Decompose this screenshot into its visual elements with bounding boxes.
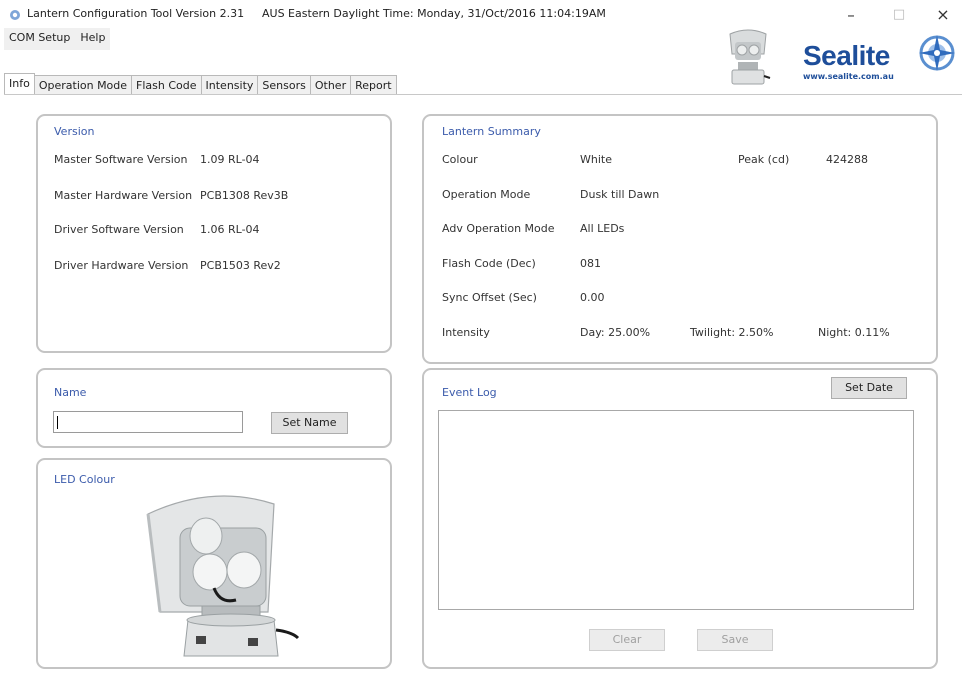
master-software-label: Master Software Version xyxy=(54,153,188,166)
sync-offset-label: Sync Offset (Sec) xyxy=(442,291,537,304)
menu-bar: COM Setup Help xyxy=(4,28,111,50)
driver-software-value: 1.06 RL-04 xyxy=(200,223,260,236)
led-colour-title: LED Colour xyxy=(54,473,115,486)
adv-operation-mode-value: All LEDs xyxy=(580,222,625,235)
tab-flash-code[interactable]: Flash Code xyxy=(131,75,202,95)
text-caret xyxy=(57,416,58,429)
sealite-logo-url: www.sealite.com.au xyxy=(803,72,894,81)
tab-report[interactable]: Report xyxy=(350,75,397,95)
tab-divider xyxy=(4,94,962,95)
adv-operation-mode-label: Adv Operation Mode xyxy=(442,222,555,235)
sealite-logo-text: Sealite xyxy=(803,40,890,71)
name-panel xyxy=(36,368,392,448)
version-panel-title: Version xyxy=(54,125,95,138)
menu-com-setup[interactable]: COM Setup xyxy=(4,28,75,50)
event-log-list[interactable] xyxy=(438,410,914,610)
lantern-thumbnail-image xyxy=(729,29,771,85)
name-panel-title: Name xyxy=(54,386,87,399)
flash-code-label: Flash Code (Dec) xyxy=(442,257,536,270)
driver-hardware-label: Driver Hardware Version xyxy=(54,259,189,272)
master-hardware-value: PCB1308 Rev3B xyxy=(200,189,289,202)
lantern-summary-title: Lantern Summary xyxy=(442,125,541,138)
clear-button[interactable]: Clear xyxy=(589,629,665,651)
event-log-title: Event Log xyxy=(442,386,497,399)
set-date-button[interactable]: Set Date xyxy=(831,377,907,399)
tab-other[interactable]: Other xyxy=(309,75,352,95)
tab-intensity[interactable]: Intensity xyxy=(200,75,259,95)
brand-header: Sealite www.sealite.com.au xyxy=(700,26,962,94)
intensity-day-value: Day: 25.00% xyxy=(580,326,651,339)
driver-software-label: Driver Software Version xyxy=(54,223,184,236)
tab-strip: Info Operation Mode Flash Code Intensity… xyxy=(4,73,397,95)
lantern-image xyxy=(146,495,300,657)
close-button[interactable]: × xyxy=(928,4,958,26)
minimize-button[interactable]: – xyxy=(836,4,866,26)
flash-code-value: 081 xyxy=(580,257,601,270)
master-software-value: 1.09 RL-04 xyxy=(200,153,260,166)
colour-label: Colour xyxy=(442,153,478,166)
intensity-label: Intensity xyxy=(442,326,490,339)
colour-value: White xyxy=(580,153,612,166)
menu-help[interactable]: Help xyxy=(75,28,110,50)
driver-hardware-value: PCB1503 Rev2 xyxy=(200,259,281,272)
clock-display: AUS Eastern Daylight Time: Monday, 31/Oc… xyxy=(262,7,606,20)
peak-label: Peak (cd) xyxy=(738,153,790,166)
save-button[interactable]: Save xyxy=(697,629,773,651)
operation-mode-label: Operation Mode xyxy=(442,188,531,201)
tab-operation-mode[interactable]: Operation Mode xyxy=(33,75,133,95)
set-name-button[interactable]: Set Name xyxy=(271,412,348,434)
tab-sensors[interactable]: Sensors xyxy=(257,75,311,95)
name-input[interactable] xyxy=(53,411,243,433)
peak-value: 424288 xyxy=(826,153,868,166)
master-hardware-label: Master Hardware Version xyxy=(54,189,193,202)
app-gear-icon xyxy=(10,10,20,20)
sync-offset-value: 0.00 xyxy=(580,291,605,304)
tab-info[interactable]: Info xyxy=(4,73,35,95)
maximize-button[interactable]: □ xyxy=(884,4,914,26)
intensity-twilight-value: Twilight: 2.50% xyxy=(690,326,774,339)
operation-mode-value: Dusk till Dawn xyxy=(580,188,660,201)
window-title: Lantern Configuration Tool Version 2.31 xyxy=(27,7,245,20)
intensity-night-value: Night: 0.11% xyxy=(818,326,890,339)
compass-logo-icon xyxy=(919,35,955,71)
